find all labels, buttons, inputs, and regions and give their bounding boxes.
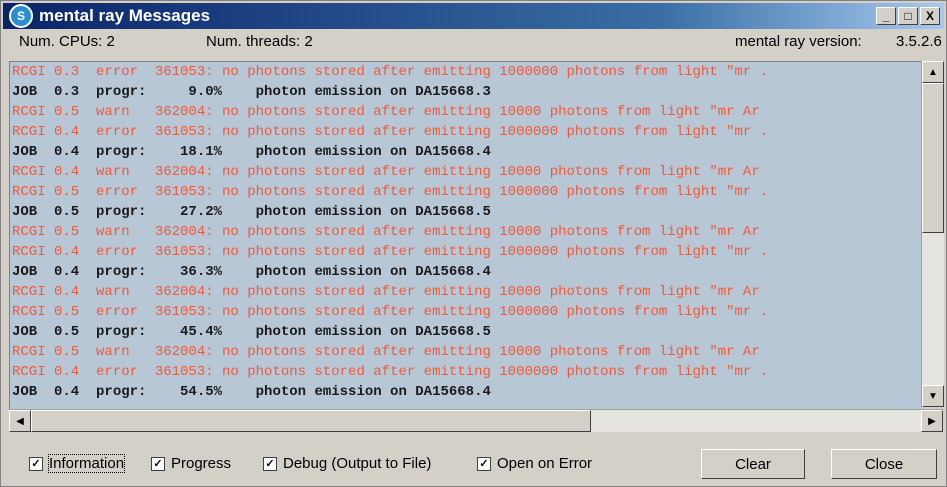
info-bar: Num. CPUs: 2 Num. threads: 2 mental ray … [3,31,944,51]
log-line: RCGI 0.5 error 361053: no photons stored… [12,304,769,320]
progress-label: Progress [171,455,232,472]
num-threads-text: Num. threads: 2 [206,33,313,50]
clear-button[interactable]: Clear [701,449,805,479]
scroll-down-arrow-icon[interactable]: ▼ [922,385,944,407]
window-title: mental ray Messages [39,6,211,25]
log-line: RCGI 0.5 warn 362004: no photons stored … [12,104,760,120]
log-line: JOB 0.5 progr: 45.4% photon emission on … [12,324,491,340]
log-line: JOB 0.4 progr: 54.5% photon emission on … [12,384,491,400]
open-on-error-checkbox[interactable]: ✓ Open on Error [477,455,592,472]
progress-check-icon[interactable]: ✓ [151,456,165,471]
debug-checkbox[interactable]: ✓ Debug (Output to File) [263,455,431,472]
log-line: JOB 0.4 progr: 36.3% photon emission on … [12,264,491,280]
close-window-button[interactable]: X [920,7,940,25]
progress-checkbox[interactable]: ✓ Progress [151,455,231,472]
log-line: RCGI 0.5 warn 362004: no photons stored … [12,224,760,240]
vertical-scroll-thumb[interactable] [922,83,944,233]
log-line: RCGI 0.4 error 361053: no photons stored… [12,364,769,380]
title-bar[interactable]: S mental ray Messages _ □ X [3,3,944,29]
log-line: RCGI 0.4 warn 362004: no photons stored … [12,284,760,300]
version-value: 3.5.2.6 [896,33,942,50]
minimize-button[interactable]: _ [876,7,896,25]
horizontal-scroll-thumb[interactable] [31,410,591,432]
close-button[interactable]: Close [831,449,937,479]
log-line: RCGI 0.4 error 361053: no photons stored… [12,244,769,260]
open-on-error-label: Open on Error [497,455,593,472]
log-line: JOB 0.4 progr: 18.1% photon emission on … [12,144,491,160]
log-line: RCGI 0.4 warn 362004: no photons stored … [12,164,760,180]
log-line: JOB 0.5 progr: 27.2% photon emission on … [12,204,491,220]
log-line: RCGI 0.4 error 361053: no photons stored… [12,124,769,140]
log-line: RCGI 0.3 error 361053: no photons stored… [12,64,769,80]
num-cpus-text: Num. CPUs: 2 [19,33,115,50]
scroll-up-arrow-icon[interactable]: ▲ [922,61,944,83]
horizontal-scrollbar[interactable]: ◀ ▶ [9,409,943,432]
vertical-scrollbar[interactable]: ▲ ▼ [921,61,944,407]
information-checkbox[interactable]: ✓ Information [29,454,126,473]
debug-label: Debug (Output to File) [283,455,432,472]
log-line: RCGI 0.5 warn 362004: no photons stored … [12,344,760,360]
maximize-button[interactable]: □ [898,7,918,25]
message-log[interactable]: RCGI 0.3 error 361053: no photons stored… [9,61,922,422]
options-bar: ✓ Information ✓ Progress ✓ Debug (Output… [1,441,946,485]
log-line: JOB 0.3 progr: 9.0% photon emission on D… [12,84,491,100]
title-buttons: _ □ X [876,7,940,25]
mental-ray-app-icon: S [9,4,33,28]
log-line: RCGI 0.5 error 361053: no photons stored… [12,184,769,200]
information-check-icon[interactable]: ✓ [29,456,43,471]
open-on-error-check-icon[interactable]: ✓ [477,456,491,471]
information-label: Information [47,454,126,473]
scroll-right-arrow-icon[interactable]: ▶ [921,410,943,432]
scroll-left-arrow-icon[interactable]: ◀ [9,410,31,432]
version-label: mental ray version: [735,33,862,50]
mental-ray-messages-window: S mental ray Messages _ □ X Num. CPUs: 2… [0,0,947,487]
debug-check-icon[interactable]: ✓ [263,456,277,471]
